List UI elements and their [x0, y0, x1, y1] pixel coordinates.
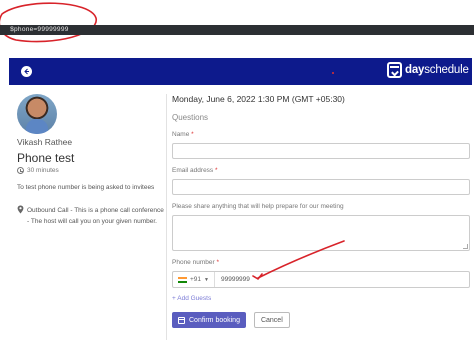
email-field[interactable] — [172, 179, 470, 195]
india-flag-icon — [178, 276, 187, 283]
confirm-booking-button[interactable]: Confirm booking — [172, 312, 246, 328]
header-bar: dayschedule — [9, 58, 472, 85]
red-dot-mark — [332, 72, 334, 74]
country-code-select[interactable]: +91 ▼ — [173, 272, 215, 287]
avatar — [17, 94, 57, 134]
email-label: Email address * — [172, 167, 218, 175]
form-actions: Confirm booking Cancel — [172, 312, 290, 328]
event-info-panel: Vikash Rathee Phone test 30 minutes To t… — [17, 94, 167, 227]
event-location: Outbound Call - This is a phone call con… — [17, 205, 167, 227]
location-text: Outbound Call - This is a phone call con… — [27, 207, 164, 225]
brand-name-light: schedule — [424, 64, 469, 76]
phone-label-text: Phone number — [172, 259, 215, 266]
dayschedule-logo-icon — [387, 62, 402, 78]
annotation-ellipse — [0, 2, 97, 43]
country-code-value: +91 — [190, 276, 202, 283]
calendar-icon — [178, 316, 185, 324]
brand-name-bold: day — [405, 64, 425, 76]
host-name: Vikash Rathee — [17, 137, 73, 147]
back-button[interactable] — [21, 66, 32, 77]
name-field[interactable] — [172, 143, 470, 159]
name-label: Name * — [172, 131, 194, 139]
required-mark: * — [191, 131, 194, 138]
questions-heading: Questions — [172, 113, 209, 122]
location-pin-icon — [17, 205, 24, 214]
back-arrow-icon — [24, 68, 29, 75]
phone-input[interactable]: 99999999 — [215, 276, 250, 283]
event-description: To test phone number is being asked to i… — [17, 184, 155, 191]
cancel-label: Cancel — [260, 316, 283, 324]
console-text: $phone=99999999 — [10, 26, 69, 33]
name-label-text: Name — [172, 131, 190, 138]
required-mark: * — [216, 259, 219, 266]
booking-form: Monday, June 6, 2022 1:30 PM (GMT +05:30… — [172, 94, 470, 328]
column-divider — [166, 94, 167, 340]
console-bar: $phone=99999999 — [0, 25, 474, 35]
clock-icon — [17, 167, 24, 174]
chevron-down-icon: ▼ — [204, 276, 209, 283]
email-label-text: Email address — [172, 167, 214, 174]
required-mark: * — [215, 167, 218, 174]
phone-label: Phone number * — [172, 259, 219, 267]
selected-datetime: Monday, June 6, 2022 1:30 PM (GMT +05:30… — [172, 94, 345, 104]
phone-field: +91 ▼ 99999999 — [172, 271, 470, 288]
notes-textarea[interactable] — [172, 215, 470, 251]
notes-label: Please share anything that will help pre… — [172, 203, 344, 210]
cancel-button[interactable]: Cancel — [253, 312, 290, 328]
event-title: Phone test — [17, 151, 75, 165]
brand-logo[interactable]: dayschedule — [387, 62, 469, 78]
event-duration: 30 minutes — [17, 167, 167, 174]
confirm-booking-label: Confirm booking — [189, 316, 240, 324]
duration-text: 30 minutes — [27, 167, 59, 174]
add-guests-link[interactable]: + Add Guests — [172, 295, 211, 302]
brand-name: dayschedule — [405, 64, 469, 76]
resize-grip-icon[interactable] — [463, 244, 468, 249]
